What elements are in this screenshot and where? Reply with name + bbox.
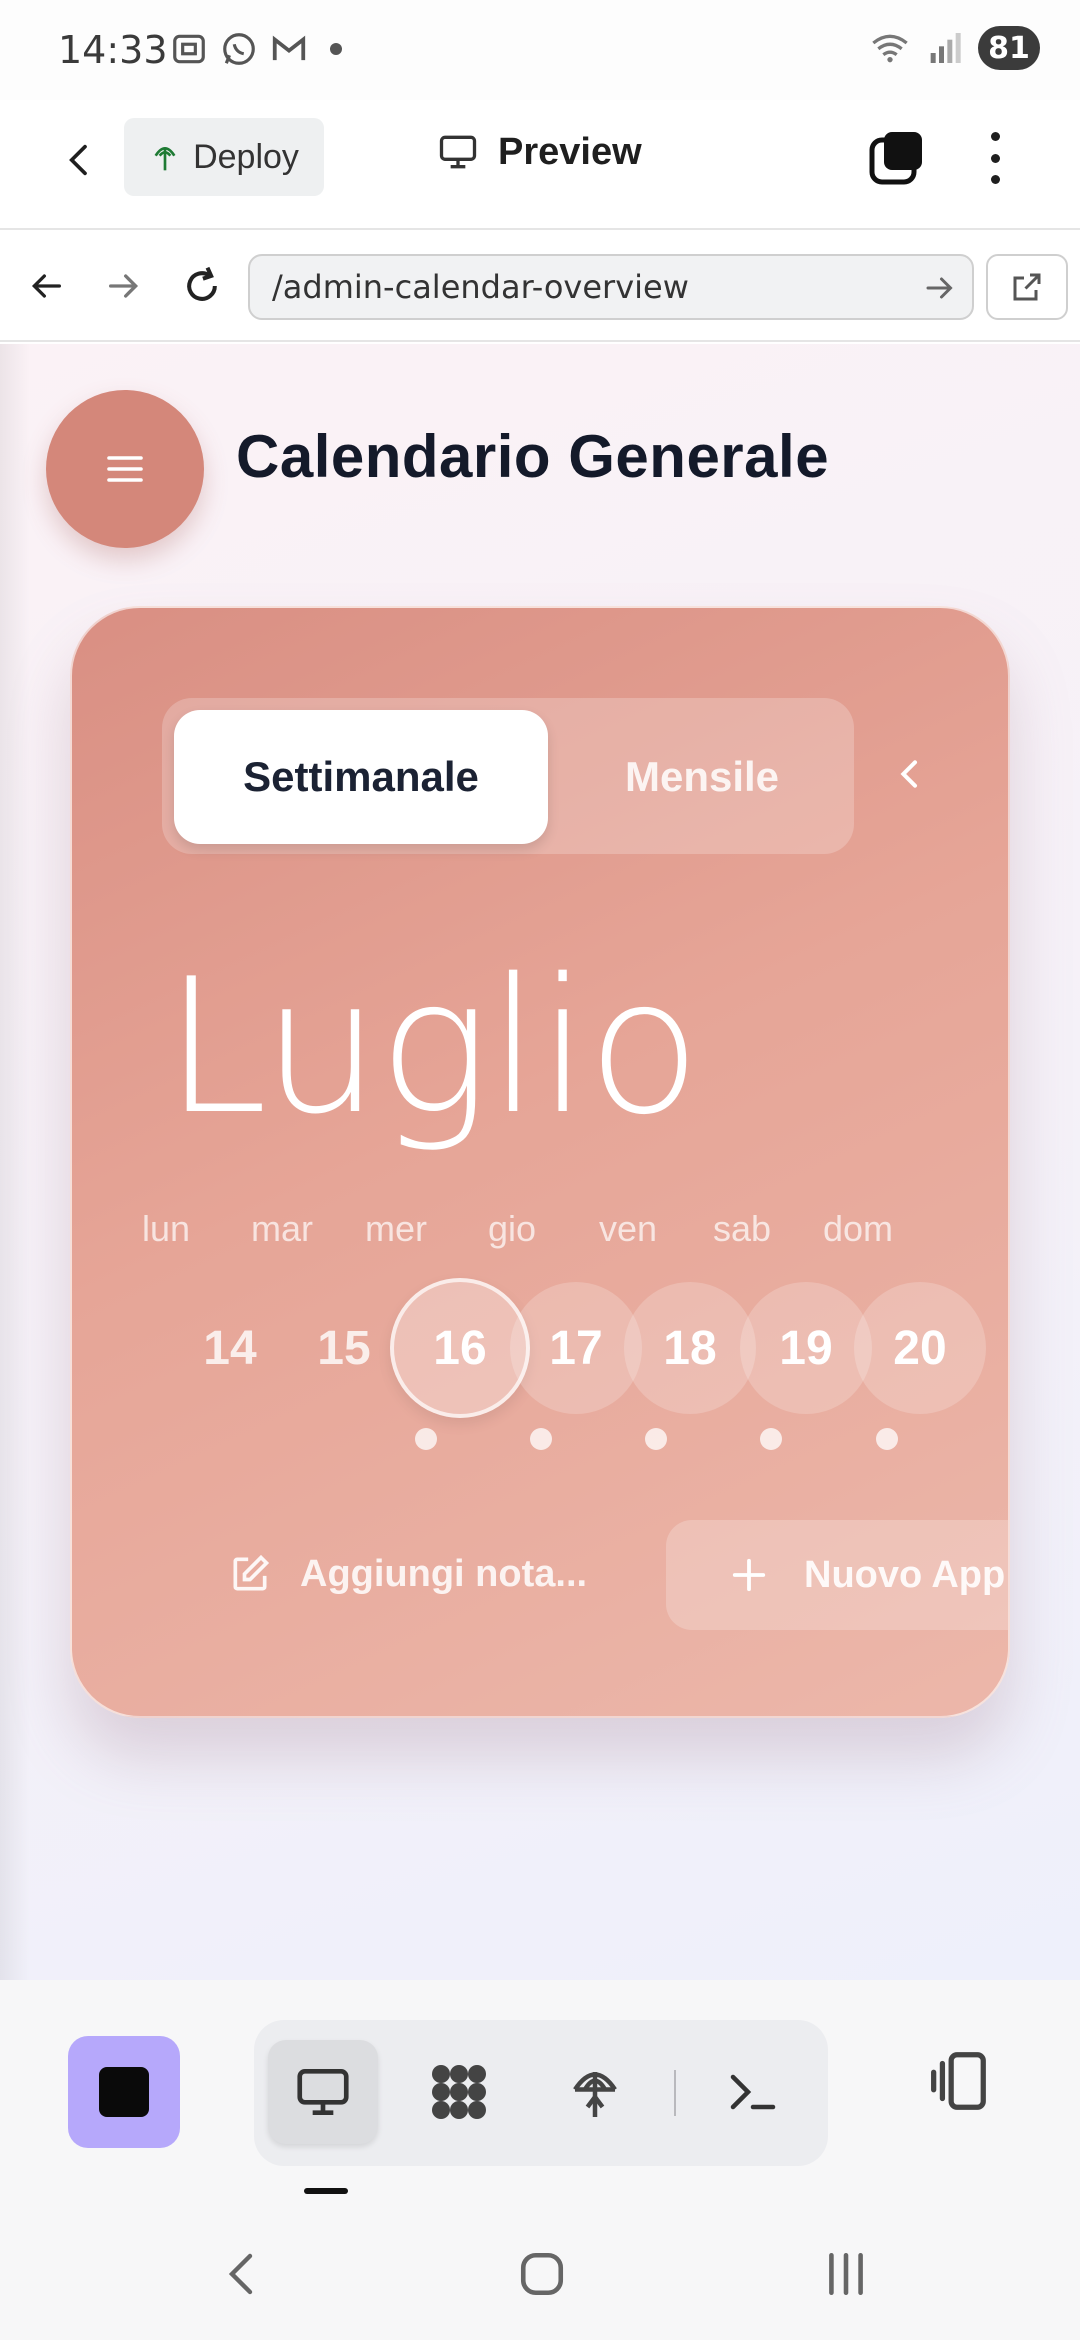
- toggle-week-button[interactable]: Settimanale: [174, 710, 548, 844]
- day-cell[interactable]: 14: [164, 1282, 296, 1414]
- nav-back-icon[interactable]: [212, 2244, 272, 2304]
- preview-label: Preview: [498, 130, 642, 173]
- day-cell[interactable]: 18: [624, 1282, 756, 1414]
- nav-home-icon[interactable]: [512, 2244, 572, 2304]
- open-external-icon: [1013, 273, 1041, 301]
- url-input[interactable]: /admin-calendar-overview: [248, 254, 974, 320]
- divider: [674, 2070, 676, 2116]
- terminal-icon[interactable]: [698, 2040, 808, 2144]
- status-bar: 14:33 81: [0, 0, 1080, 100]
- weekday-label: mer: [365, 1208, 427, 1249]
- open-external-button[interactable]: [986, 254, 1068, 320]
- day-cell[interactable]: 17: [510, 1282, 642, 1414]
- day-cell-today[interactable]: 16: [390, 1278, 530, 1418]
- system-navigation: [0, 2200, 1080, 2340]
- desktop-icon[interactable]: [268, 2040, 378, 2144]
- edge-shade: [0, 344, 30, 1980]
- new-appointment-button[interactable]: Nuovo App: [666, 1520, 1008, 1630]
- deploy-icon: [154, 147, 176, 171]
- edit-icon: [233, 1554, 270, 1591]
- arrow-forward-icon[interactable]: [96, 258, 152, 314]
- month-name: Luglio: [164, 938, 701, 1155]
- apps-icon[interactable]: [404, 2040, 514, 2144]
- day-cell[interactable]: 19: [740, 1282, 872, 1414]
- bottom-toolbar: [0, 1980, 1080, 2200]
- add-note-label: Aggiungi nota...: [300, 1552, 588, 1595]
- event-dot: [415, 1428, 437, 1450]
- dot-icon: [330, 43, 342, 55]
- menu-button[interactable]: [46, 390, 204, 548]
- app-toolbar: Deploy Preview: [0, 100, 1080, 230]
- event-dot: [530, 1428, 552, 1450]
- preview-tab[interactable]: Preview: [436, 130, 642, 174]
- stop-icon: [99, 2067, 149, 2117]
- event-dot: [645, 1428, 667, 1450]
- back-icon: [69, 144, 87, 176]
- deploy-icon[interactable]: [540, 2040, 650, 2144]
- screenshot-icon: [173, 34, 205, 64]
- go-icon[interactable]: [922, 270, 958, 306]
- weekday-label: gio: [487, 1208, 537, 1249]
- weekday-label: mar: [251, 1208, 313, 1249]
- monitor-icon: [439, 135, 477, 169]
- weekday-label: dom: [822, 1208, 894, 1249]
- signal-icon: [930, 33, 961, 63]
- wifi-icon: [872, 34, 908, 63]
- battery-icon: 81: [978, 26, 1040, 70]
- event-dot: [876, 1428, 898, 1450]
- day-cell[interactable]: 20: [854, 1282, 986, 1414]
- page-title: Calendario Generale: [236, 423, 830, 490]
- status-time: 14:33: [58, 28, 168, 72]
- back-button[interactable]: [50, 130, 110, 190]
- weekday-label: ven: [598, 1208, 658, 1249]
- device-toggle-icon[interactable]: [922, 2046, 992, 2116]
- reload-icon[interactable]: [174, 258, 230, 314]
- browser-bar: /admin-calendar-overview: [0, 232, 1080, 342]
- tabs-icon[interactable]: [866, 128, 926, 188]
- toggle-month-button[interactable]: Mensile: [562, 710, 842, 844]
- gmail-icon: [272, 35, 306, 61]
- new-appointment-label: Nuovo App: [804, 1553, 1006, 1596]
- chevron-left-icon[interactable]: [890, 754, 930, 794]
- deploy-button[interactable]: Deploy: [124, 118, 324, 196]
- deploy-label: Deploy: [193, 137, 299, 176]
- view-toggle: Settimanale Mensile: [162, 698, 854, 854]
- calendar-card: Settimanale Mensile Luglio lun mar mer g…: [70, 606, 1010, 1718]
- more-vert-icon[interactable]: [980, 128, 1010, 188]
- weekday-label: lun: [141, 1208, 191, 1249]
- plus-icon: [732, 1558, 766, 1592]
- status-system-icons: 81: [870, 26, 1040, 70]
- arrow-back-icon[interactable]: [18, 258, 74, 314]
- url-text: /admin-calendar-overview: [272, 268, 689, 306]
- active-tool-indicator: [304, 2188, 348, 2194]
- add-note-button[interactable]: Aggiungi nota...: [228, 1552, 587, 1596]
- tool-group: [254, 2020, 828, 2166]
- nav-recents-icon[interactable]: [816, 2244, 876, 2304]
- page-content: Calendario Generale Settimanale Mensile …: [0, 344, 1080, 1980]
- hamburger-icon: [107, 456, 143, 482]
- whatsapp-icon: [223, 33, 255, 65]
- event-dot: [760, 1428, 782, 1450]
- weekday-label: sab: [712, 1208, 772, 1249]
- stop-button[interactable]: [68, 2036, 180, 2148]
- status-notification-icons: [170, 30, 342, 68]
